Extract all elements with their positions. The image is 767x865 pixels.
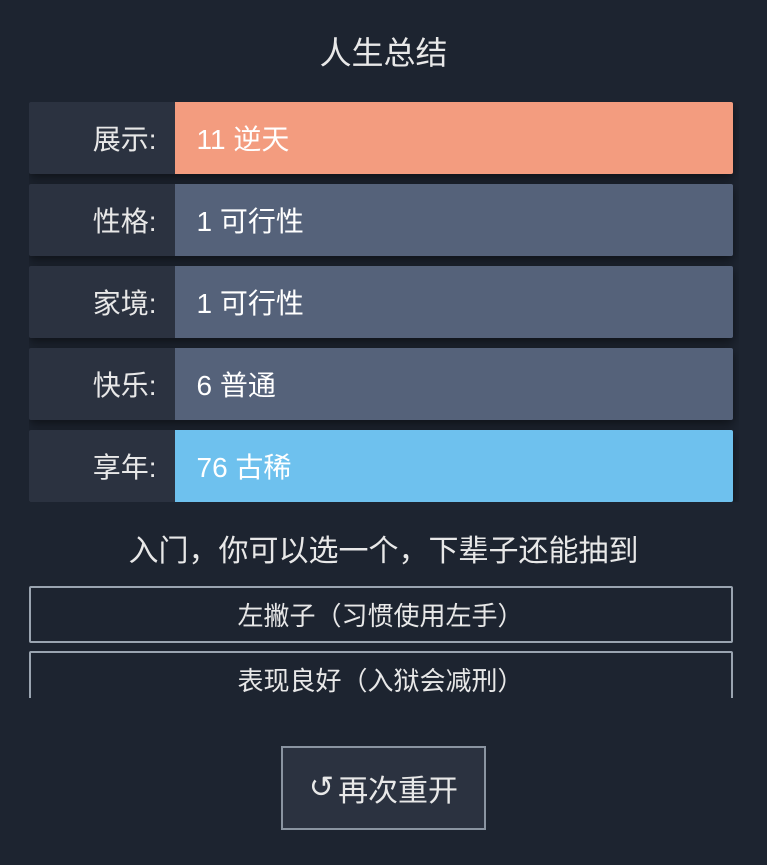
stat-value: 76 古稀 [175, 430, 733, 502]
stat-value: 1 可行性 [175, 266, 733, 338]
stat-value: 11 逆天 [175, 102, 733, 174]
stat-row: 家境: 1 可行性 [29, 266, 733, 338]
talent-option[interactable]: 左撇子（习惯使用左手） [29, 586, 733, 643]
stat-row: 展示: 11 逆天 [29, 102, 733, 174]
restart-icon: ↺ [309, 773, 334, 803]
stat-value: 6 普通 [175, 348, 733, 420]
stat-row: 快乐: 6 普通 [29, 348, 733, 420]
talent-option[interactable]: 表现良好（入狱会减刑） [29, 651, 733, 698]
restart-label: 再次重开 [338, 766, 458, 810]
stat-value: 1 可行性 [175, 184, 733, 256]
stat-row: 性格: 1 可行性 [29, 184, 733, 256]
stat-row: 享年: 76 古稀 [29, 430, 733, 502]
page-title: 人生总结 [319, 28, 447, 74]
talent-list[interactable]: 左撇子（习惯使用左手） 表现良好（入狱会减刑） [29, 586, 739, 698]
stat-label: 展示: [29, 102, 175, 174]
restart-button[interactable]: ↺ 再次重开 [281, 746, 486, 830]
stat-label: 家境: [29, 266, 175, 338]
stat-label: 快乐: [29, 348, 175, 420]
stats-list[interactable]: 展示: 11 逆天 性格: 1 可行性 家境: 1 可行性 快乐: 6 普通 享… [29, 102, 739, 502]
talent-prompt: 入门，你可以选一个，下辈子还能抽到 [129, 526, 639, 570]
stat-label: 性格: [29, 184, 175, 256]
stat-label: 享年: [29, 430, 175, 502]
